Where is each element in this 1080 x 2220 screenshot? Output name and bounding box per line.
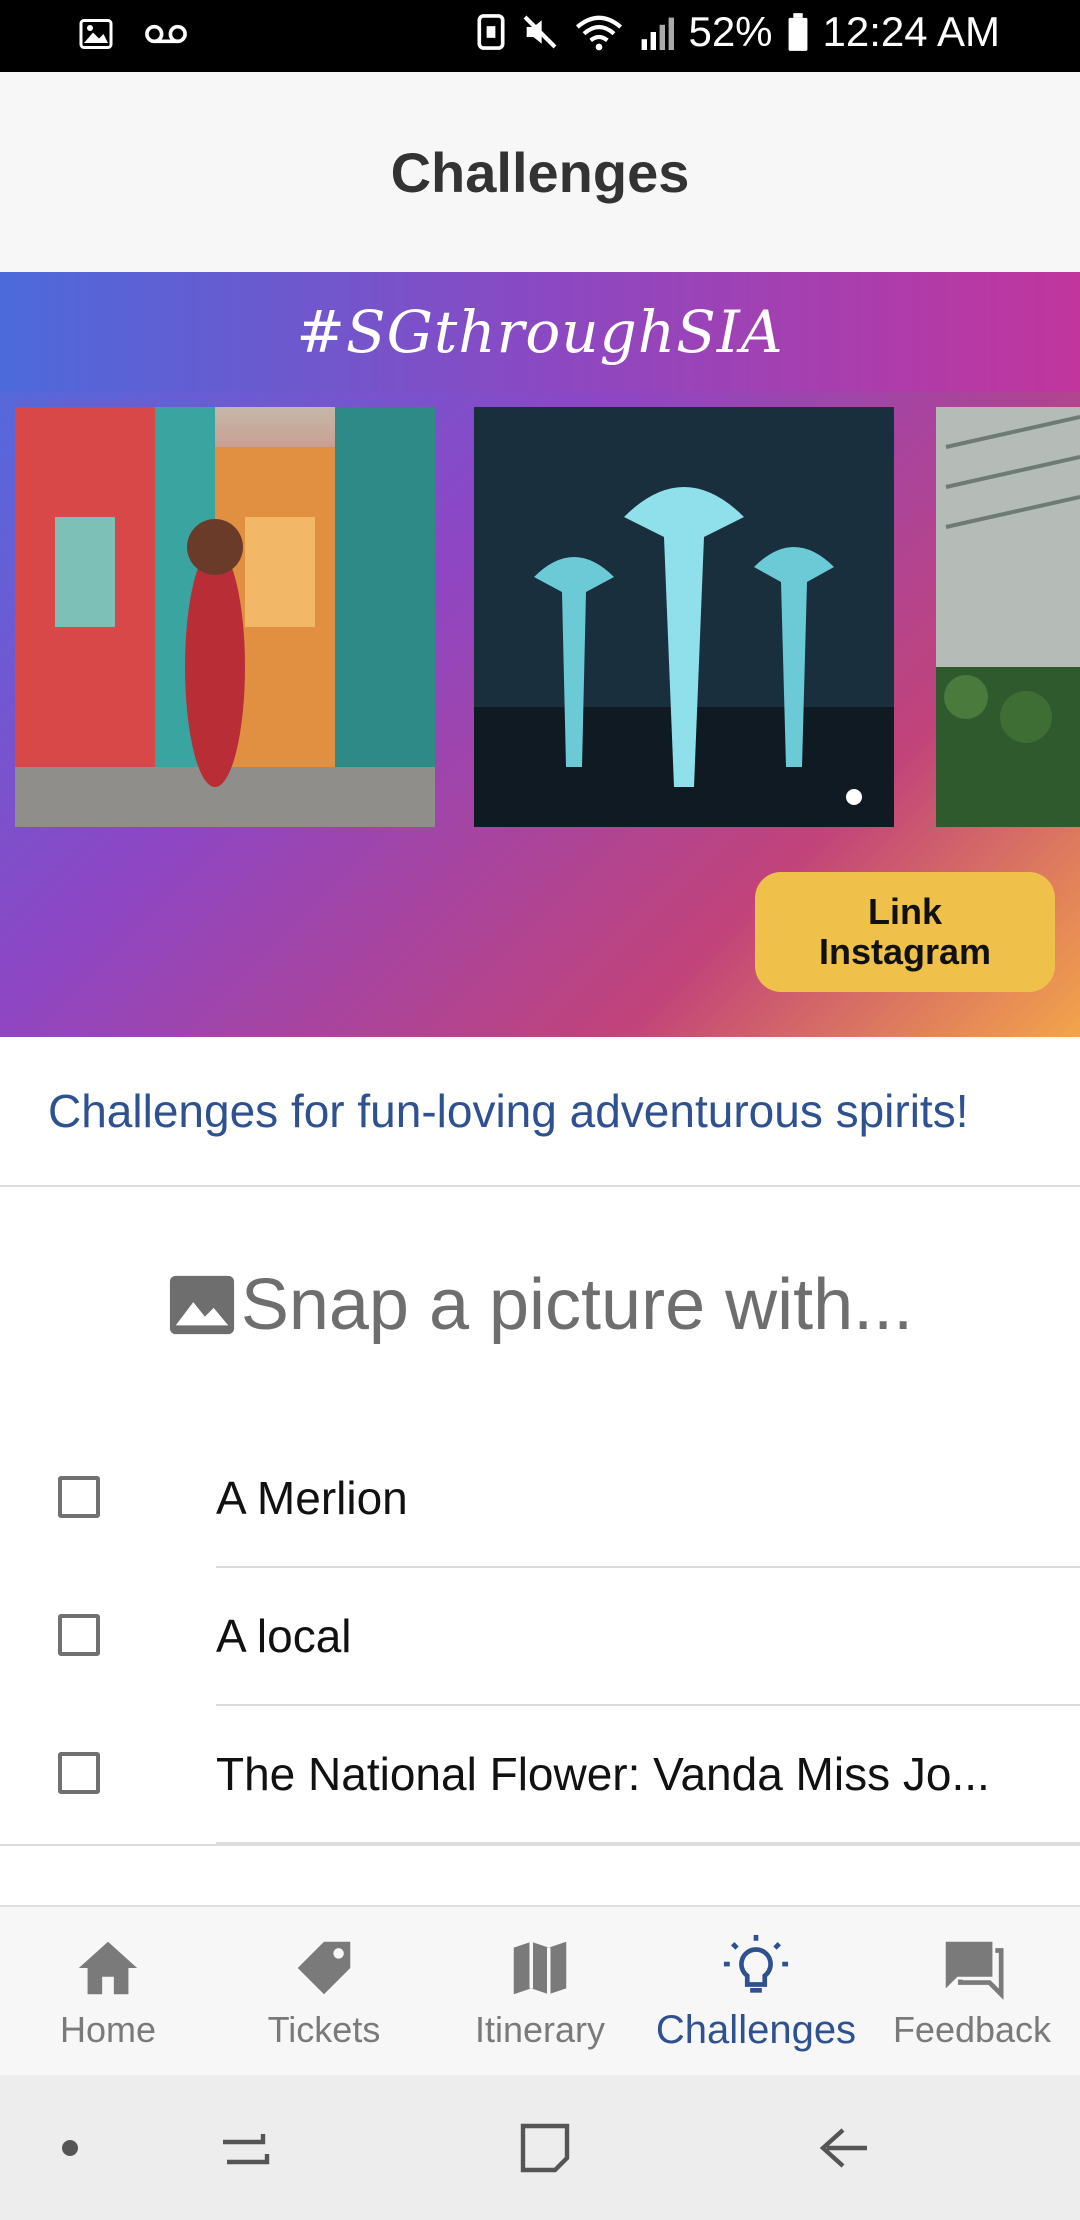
tab-challenges[interactable]: Challenges — [648, 1907, 864, 2077]
clock: 12:24 AM — [822, 8, 1000, 55]
tab-label: Tickets — [267, 2009, 381, 2050]
snap-heading-text: Snap a picture with... — [240, 1265, 914, 1345]
chat-icon — [945, 1941, 1004, 2000]
carousel-photo-cloud-forest[interactable] — [936, 407, 1080, 827]
app-header: Challenges — [0, 72, 1080, 273]
recent-apps-button[interactable] — [200, 2075, 290, 2220]
tab-itinerary[interactable]: Itinerary — [432, 1907, 648, 2077]
status-bar: 52% 12:24 AM — [0, 0, 1080, 72]
map-icon — [513, 1941, 567, 1995]
back-arrow-icon — [819, 2127, 867, 2168]
lightbulb-icon — [723, 1934, 789, 1993]
status-left-icons — [78, 16, 188, 52]
mute-icon — [523, 15, 557, 49]
street-photo-art — [15, 407, 435, 827]
tab-tickets[interactable]: Tickets — [216, 1907, 432, 2077]
nav-dot-indicator — [40, 2075, 100, 2220]
image-notification-icon — [79, 19, 113, 49]
link-instagram-button[interactable]: Link Instagram — [755, 872, 1055, 992]
challenges-subtitle: Challenges for fun-loving adventurous sp… — [48, 1085, 969, 1137]
home-icon — [78, 1941, 138, 1995]
bottom-tab-bar: Home Tickets Itinerary Challenges Feedba… — [0, 1905, 1080, 2077]
tab-label: Home — [59, 2009, 157, 2050]
tag-icon — [297, 1941, 351, 1995]
checkbox[interactable] — [58, 1752, 100, 1794]
home-nav-button[interactable] — [500, 2075, 590, 2220]
page-title: Challenges — [390, 140, 690, 204]
signal-icon — [642, 17, 675, 51]
checkbox[interactable] — [58, 1614, 100, 1656]
hashtag-title: #SGthroughSIA — [296, 298, 784, 366]
list-item-label: The National Flower: Vanda Miss Jo... — [216, 1748, 990, 1800]
recent-apps-icon — [223, 2133, 270, 2164]
wifi-icon — [576, 15, 623, 51]
list-item-label: A local — [216, 1610, 352, 1662]
snap-heading: Snap a picture with... — [0, 1245, 1080, 1365]
nfc-icon — [477, 14, 505, 50]
photo-carousel[interactable] — [0, 407, 1080, 827]
carousel-photo-street[interactable] — [15, 407, 435, 827]
cloud-forest-photo-art — [936, 407, 1080, 827]
tab-home[interactable]: Home — [0, 1907, 216, 2077]
voicemail-icon — [145, 24, 187, 44]
image-icon — [169, 1275, 234, 1335]
square-icon — [520, 2123, 570, 2172]
hashtag-bar: #SGthroughSIA — [0, 272, 1080, 392]
dot-icon — [62, 2139, 78, 2156]
list-item[interactable]: The National Flower: Vanda Miss Jo... — [0, 1706, 1080, 1844]
status-right: 52% 12:24 AM — [476, 8, 1000, 56]
list-bottom-divider — [0, 1844, 1080, 1846]
subtitle-row: Challenges for fun-loving adventurous sp… — [0, 1037, 1080, 1187]
battery-percent: 52% — [688, 8, 773, 55]
carousel-photo-supertrees[interactable] — [474, 407, 894, 827]
instagram-banner: #SGthroughSIA Link Instagram — [0, 272, 1080, 1037]
system-nav-bar — [0, 2075, 1080, 2220]
back-button[interactable] — [800, 2075, 890, 2220]
tab-label: Challenges — [655, 2007, 857, 2052]
supertrees-photo-art — [474, 407, 894, 827]
tab-label: Itinerary — [474, 2009, 606, 2050]
tab-feedback[interactable]: Feedback — [864, 1907, 1080, 2077]
list-item[interactable]: A Merlion — [0, 1430, 1080, 1568]
battery-icon — [788, 13, 807, 51]
checkbox[interactable] — [58, 1476, 100, 1518]
list-item[interactable]: A local — [0, 1568, 1080, 1706]
tab-label: Feedback — [892, 2009, 1052, 2050]
challenge-checklist: A Merlion A local The National Flower: V… — [0, 1430, 1080, 1844]
list-item-label: A Merlion — [216, 1472, 408, 1524]
